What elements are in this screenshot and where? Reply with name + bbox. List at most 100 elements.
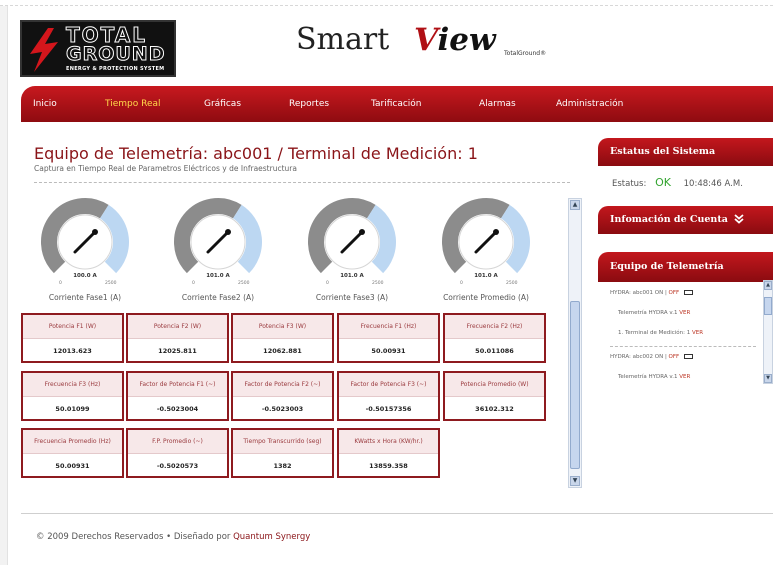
main-scrollbar[interactable]: ▲ ▼ <box>568 198 582 488</box>
device-off[interactable]: OFF <box>669 354 680 360</box>
device-name: HYDRA: abc002 <box>610 354 653 360</box>
page-title: Equipo de Telemetría: abc001 / Terminal … <box>34 144 478 163</box>
reading-card: Frecuencia F3 (Hz) 50.01099 <box>21 371 124 421</box>
reading-card: Frecuencia F2 (Hz) 50.011086 <box>443 313 546 363</box>
telemetry-divider <box>610 346 756 347</box>
reading-card: Factor de Potencia F2 (~) -0.5023003 <box>231 371 334 421</box>
reading-card: Factor de Potencia F1 (~) -0.5023004 <box>126 371 229 421</box>
reading-value: 50.00931 <box>55 462 90 470</box>
device-toggle-icon[interactable] <box>683 354 693 359</box>
device-sep: | <box>664 290 667 296</box>
gauge-max: 2500 <box>105 280 117 286</box>
telemetry-sub-text: Telemetría HYDRA v.1 <box>618 310 678 316</box>
telemetry-sub-row: Telemetría HYDRA v.1 VER <box>618 374 690 380</box>
gauge-hub <box>92 229 98 235</box>
brand-small: TotalGround® <box>504 50 547 57</box>
gauge-label: Corriente Fase3 (A) <box>315 293 389 302</box>
scrollbar-thumb[interactable] <box>570 301 580 469</box>
designer-link[interactable]: Quantum Synergy <box>233 532 310 542</box>
nav-item-gr-ficas[interactable]: Gráficas <box>204 86 241 122</box>
copyright: © 2009 Derechos Reservados <box>36 532 164 542</box>
reading-value: 50.01099 <box>55 405 90 413</box>
gauge-min: 0 <box>326 280 329 286</box>
left-edge <box>0 6 8 565</box>
sidebar-scrollbar-thumb[interactable] <box>764 297 772 315</box>
lightning-bolt-icon <box>30 28 58 72</box>
gauge-readout: 100.0 A <box>73 273 97 279</box>
sidebar-scroll-down-icon[interactable]: ▼ <box>764 374 772 383</box>
reading-card: Potencia F1 (W) 12013.623 <box>21 313 124 363</box>
gauge-min: 0 <box>192 280 195 286</box>
scroll-up-icon[interactable]: ▲ <box>570 200 580 210</box>
total-ground-logo[interactable]: TOTAL GROUND ENERGY & PROTECTION SYSTEM <box>20 20 176 77</box>
gauge-dial: 101.0 A 0 2500 <box>174 198 262 286</box>
gauge-label: Corriente Promedio (A) <box>443 293 529 302</box>
reading-value: -0.5020573 <box>156 462 199 470</box>
gauge-hub <box>493 229 499 235</box>
footer-divider <box>21 513 773 514</box>
gauge-min: 0 <box>59 280 62 286</box>
logo-line2: GROUND <box>65 43 166 65</box>
footer-bullet: • <box>166 532 172 542</box>
reading-label: Frecuencia F2 (Hz) <box>445 315 544 339</box>
gauge-readout: 101.0 A <box>474 273 498 279</box>
telemetry-sub-row: Telemetría HYDRA v.1 VER <box>618 310 690 316</box>
device-on[interactable]: ON <box>655 354 663 360</box>
reading-label: Potencia F2 (W) <box>128 315 227 339</box>
current-gauge: 101.0 A 0 2500 <box>297 194 407 304</box>
sidebar-scroll-up-icon[interactable]: ▲ <box>764 281 772 290</box>
top-border <box>0 0 773 6</box>
account-panel-title: Infomación de Cuenta <box>610 214 728 225</box>
gauge-readout: 101.0 A <box>206 273 230 279</box>
reading-value: -0.5023003 <box>261 405 304 413</box>
reading-label: Factor de Potencia F3 (~) <box>339 373 438 397</box>
nav-item-tarificaci-n[interactable]: Tarificación <box>371 86 422 122</box>
reading-label: Frecuencia Promedio (Hz) <box>23 430 122 454</box>
telemetry-view-link[interactable]: VER <box>679 374 690 380</box>
account-panel-header[interactable]: Infomación de Cuenta <box>598 206 773 234</box>
terminal-view-link[interactable]: VER <box>692 330 703 336</box>
main-nav: Inicio Tiempo Real Gráficas Reportes Tarific… <box>21 86 773 122</box>
status-label: Estatus: <box>612 179 647 189</box>
brand-smart: Smart <box>296 22 390 57</box>
reading-value: 36102.312 <box>475 405 514 413</box>
gauge-label: Corriente Fase1 (A) <box>48 293 122 302</box>
current-gauge: 100.0 A 0 2500 <box>30 194 140 304</box>
nav-item-tiempo-real[interactable]: Tiempo Real <box>105 86 161 122</box>
gauge-max: 2500 <box>238 280 250 286</box>
gauge-dial: 100.0 A 0 2500 <box>41 198 129 286</box>
nav-item-alarmas[interactable]: Alarmas <box>479 86 516 122</box>
device-toggle-icon[interactable] <box>683 290 693 295</box>
reading-label: Frecuencia F3 (Hz) <box>23 373 122 397</box>
device-off[interactable]: OFF <box>669 290 680 296</box>
reading-label: Factor de Potencia F1 (~) <box>128 373 227 397</box>
telemetry-view-link[interactable]: VER <box>679 310 690 316</box>
telemetry-sub-text: Telemetría HYDRA v.1 <box>618 374 678 380</box>
reading-card: Frecuencia Promedio (Hz) 50.00931 <box>21 428 124 478</box>
reading-card: Frecuencia F1 (Hz) 50.00931 <box>337 313 440 363</box>
device-on[interactable]: ON <box>655 290 663 296</box>
gauge-min: 0 <box>460 280 463 286</box>
brand-view-rest: iew <box>437 22 496 58</box>
scroll-down-icon[interactable]: ▼ <box>570 476 580 486</box>
title-divider <box>34 182 570 183</box>
telemetry-list: HYDRA: abc001 ON | OFF Telemetría HYDRA … <box>610 282 760 402</box>
sidebar-scrollbar[interactable]: ▲ ▼ <box>763 280 773 384</box>
gauge-dial: 101.0 A 0 2500 <box>308 198 396 286</box>
page: TOTAL GROUND ENERGY & PROTECTION SYSTEM … <box>0 0 773 565</box>
gauge-hub <box>359 229 365 235</box>
double-chevron-down-icon[interactable] <box>734 214 744 224</box>
nav-item-administraci-n[interactable]: Administración <box>556 86 623 122</box>
gauge-dial: 101.0 A 0 2500 <box>442 198 530 286</box>
nav-item-inicio[interactable]: Inicio <box>33 86 57 122</box>
reading-value: 13859.358 <box>369 462 408 470</box>
nav-item-reportes[interactable]: Reportes <box>289 86 329 122</box>
telemetry-device-row: HYDRA: abc001 ON | OFF <box>610 290 693 296</box>
device-name: HYDRA: abc001 <box>610 290 653 296</box>
system-status: Estatus: OK 10:48:46 A.M. <box>612 176 743 189</box>
device-sep: | <box>664 354 667 360</box>
reading-value: 1382 <box>273 462 292 470</box>
reading-card: F.P. Promedio (~) -0.5020573 <box>126 428 229 478</box>
telemetry-device-row: HYDRA: abc002 ON | OFF <box>610 354 693 360</box>
brand-view: View <box>414 22 496 58</box>
